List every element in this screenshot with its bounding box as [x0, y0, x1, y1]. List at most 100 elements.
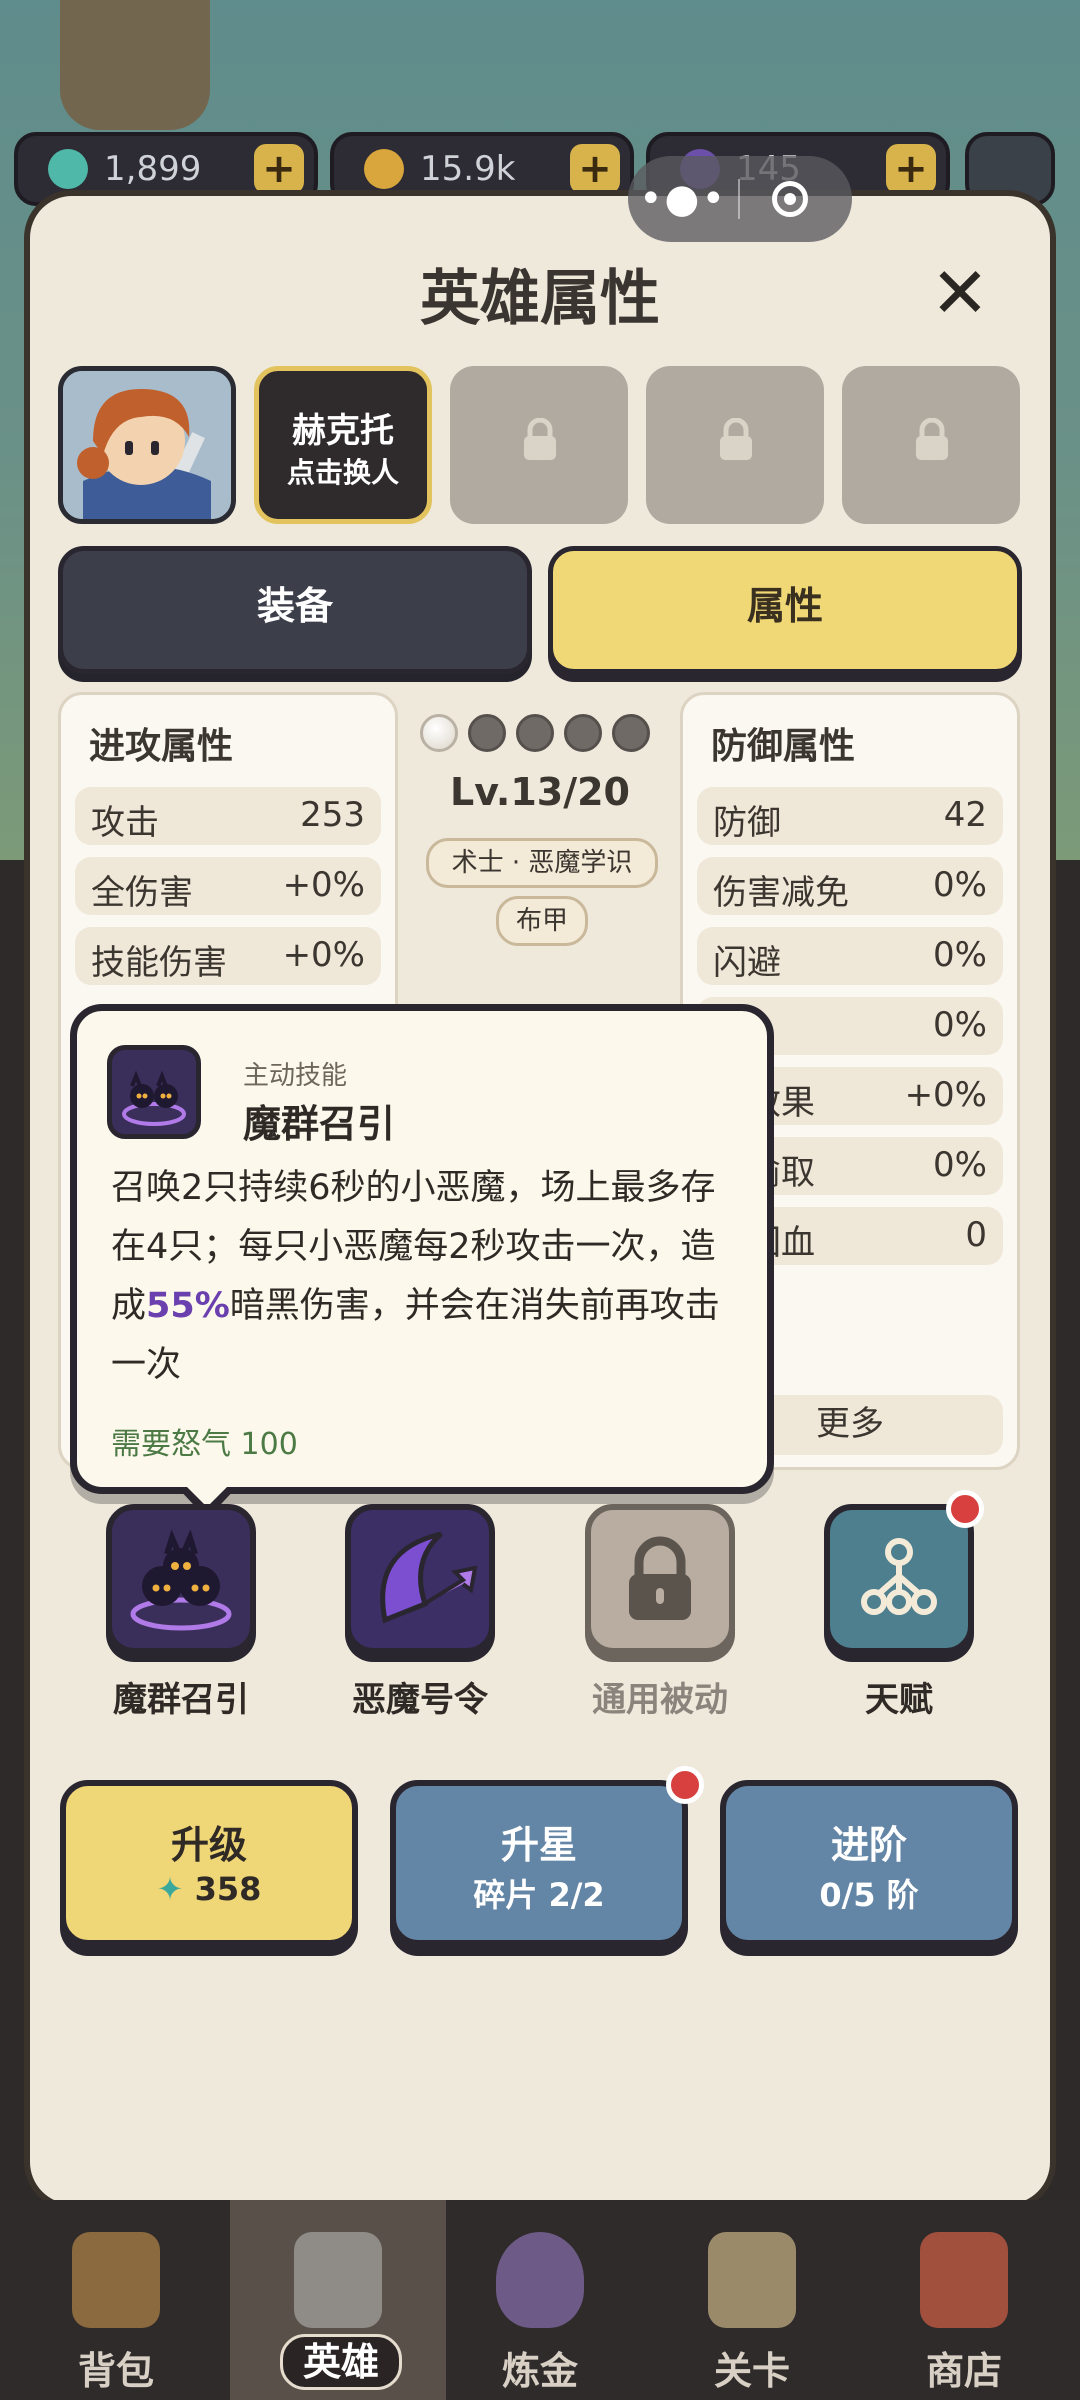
- more-menu-icon[interactable]: •●•: [628, 176, 738, 222]
- lock-icon: [916, 418, 948, 460]
- stat-value: 253: [300, 795, 365, 835]
- star-up-shards: 碎片 2/2: [473, 1876, 605, 1914]
- crystal-icon: [48, 149, 88, 189]
- swords-icon: [708, 2232, 796, 2328]
- shop-icon: [920, 2232, 1008, 2328]
- star-empty: [612, 714, 650, 752]
- demon-summon-icon: [130, 1529, 232, 1631]
- star-filled: [420, 714, 458, 752]
- star-empty: [516, 714, 554, 752]
- hero-portrait-knight: [63, 371, 231, 519]
- stat-value: +0%: [904, 1075, 987, 1115]
- nav-label: 英雄: [280, 2334, 402, 2390]
- skill-damage-highlight: 55%: [146, 1286, 230, 1326]
- nav-item-stages[interactable]: 关卡: [644, 2200, 860, 2400]
- exit-miniprogram-icon[interactable]: [772, 181, 808, 217]
- star-empty: [564, 714, 602, 752]
- talent-tree-icon: [861, 1538, 937, 1615]
- stat-row: 伤害减免 0%: [697, 857, 1003, 915]
- upgrade-button[interactable]: 升级 ✦ 358: [60, 1780, 358, 1946]
- demon-horn-icon: [380, 1531, 478, 1624]
- tab-attributes[interactable]: 属性: [548, 546, 1022, 674]
- add-crystal-button[interactable]: +: [254, 144, 304, 194]
- hero-slot-locked[interactable]: [450, 366, 628, 524]
- tab-equipment[interactable]: 装备: [58, 546, 532, 674]
- nav-item-alchemy[interactable]: 炼金: [432, 2200, 648, 2400]
- talent-button[interactable]: [824, 1504, 974, 1654]
- castle-icon: [294, 2232, 382, 2328]
- panel-title: 英雄属性: [420, 264, 660, 334]
- add-gem-button[interactable]: +: [886, 144, 936, 194]
- switch-hero-hint: 点击换人: [286, 456, 399, 489]
- stat-label: 闪避: [713, 943, 781, 983]
- stat-label: 技能伤害: [91, 943, 227, 983]
- crystal-icon: ✦: [156, 1870, 184, 1908]
- skill-demon-summon-button[interactable]: [106, 1504, 256, 1654]
- star-up-notification-dot: [666, 1766, 704, 1804]
- nav-label: 商店: [925, 2349, 1002, 2393]
- lock-icon: [524, 418, 556, 460]
- tree-trunk-decoration: [60, 0, 210, 130]
- skill-generic-passive-locked[interactable]: [585, 1504, 735, 1654]
- capsule-divider: [738, 179, 740, 219]
- nav-item-backpack[interactable]: 背包: [8, 2200, 224, 2400]
- add-coin-button[interactable]: +: [570, 144, 620, 194]
- skill-label: 魔群召引: [113, 1680, 249, 1720]
- talent-notification-dot: [946, 1490, 984, 1528]
- bottom-navigation: 背包 英雄 炼金 关卡 商店: [0, 2200, 1080, 2400]
- star-up-button[interactable]: 升星 碎片 2/2: [390, 1780, 688, 1946]
- hero-level: Lv.13/20: [450, 770, 630, 814]
- stat-value: 42: [943, 795, 987, 835]
- upgrade-label: 升级: [170, 1823, 247, 1867]
- skill-description: 召唤2只持续6秒的小恶魔，场上最多存在4只；每只小恶魔每2秒攻击一次，造成55%…: [111, 1159, 741, 1395]
- backpack-icon: [72, 2232, 160, 2328]
- miniprogram-capsule: •●•: [628, 156, 852, 242]
- stat-label: 攻击: [91, 803, 159, 843]
- lock-icon: [629, 1536, 691, 1620]
- stat-value: 0%: [933, 1005, 987, 1045]
- skill-demon-command-button[interactable]: [345, 1504, 495, 1654]
- stat-label: 全伤害: [91, 873, 193, 913]
- star-rating: [420, 714, 650, 752]
- hero-slot-2-selected[interactable]: 赫克托 点击换人: [254, 366, 432, 524]
- nav-label: 背包: [77, 2349, 154, 2393]
- hero-slot-locked[interactable]: [842, 366, 1020, 524]
- stat-value: 0: [965, 1215, 987, 1255]
- coin-icon: [364, 149, 404, 189]
- armor-tag: 布甲: [496, 896, 588, 946]
- offense-title: 进攻属性: [89, 726, 234, 767]
- skill-label: 天赋: [865, 1680, 933, 1720]
- coin-value: 15.9k: [420, 149, 516, 189]
- upgrade-cost: ✦ 358: [66, 1870, 352, 1908]
- skill-label: 恶魔号令: [352, 1680, 488, 1720]
- skill-rage-cost: 需要怒气 100: [111, 1427, 298, 1462]
- advance-button[interactable]: 进阶 0/5 阶: [720, 1780, 1018, 1946]
- stat-value: 0%: [933, 1145, 987, 1185]
- skill-tooltip: 主动技能 魔群召引 召唤2只持续6秒的小恶魔，场上最多存在4只；每只小恶魔每2秒…: [70, 1004, 774, 1519]
- advance-progress: 0/5 阶: [819, 1876, 919, 1914]
- nav-label: 关卡: [713, 2349, 790, 2393]
- stat-row: 全伤害 +0%: [75, 857, 381, 915]
- skill-name: 魔群召引: [243, 1102, 396, 1146]
- star-up-label: 升星: [500, 1823, 577, 1867]
- nav-item-shop[interactable]: 商店: [856, 2200, 1072, 2400]
- class-tag: 术士 · 恶魔学识: [426, 838, 658, 888]
- lock-icon: [720, 418, 752, 460]
- upgrade-cost-value: 358: [194, 1870, 262, 1908]
- hero-slot-locked[interactable]: [646, 366, 824, 524]
- stat-label: 伤害减免: [713, 873, 849, 913]
- stat-value: +0%: [282, 865, 365, 905]
- stat-value: 0%: [933, 935, 987, 975]
- nav-item-hero[interactable]: 英雄: [230, 2200, 446, 2400]
- star-empty: [468, 714, 506, 752]
- flask-icon: [496, 2232, 584, 2328]
- demon-summon-icon: [107, 1045, 201, 1139]
- hero-name: 赫克托: [292, 411, 394, 451]
- hero-slot-1[interactable]: [58, 366, 236, 524]
- close-icon[interactable]: ✕: [925, 258, 995, 328]
- crystal-value: 1,899: [104, 149, 202, 189]
- stat-value: +0%: [282, 935, 365, 975]
- stat-row: 防御 42: [697, 787, 1003, 845]
- advance-label: 进阶: [830, 1823, 907, 1867]
- defense-title: 防御属性: [711, 726, 856, 767]
